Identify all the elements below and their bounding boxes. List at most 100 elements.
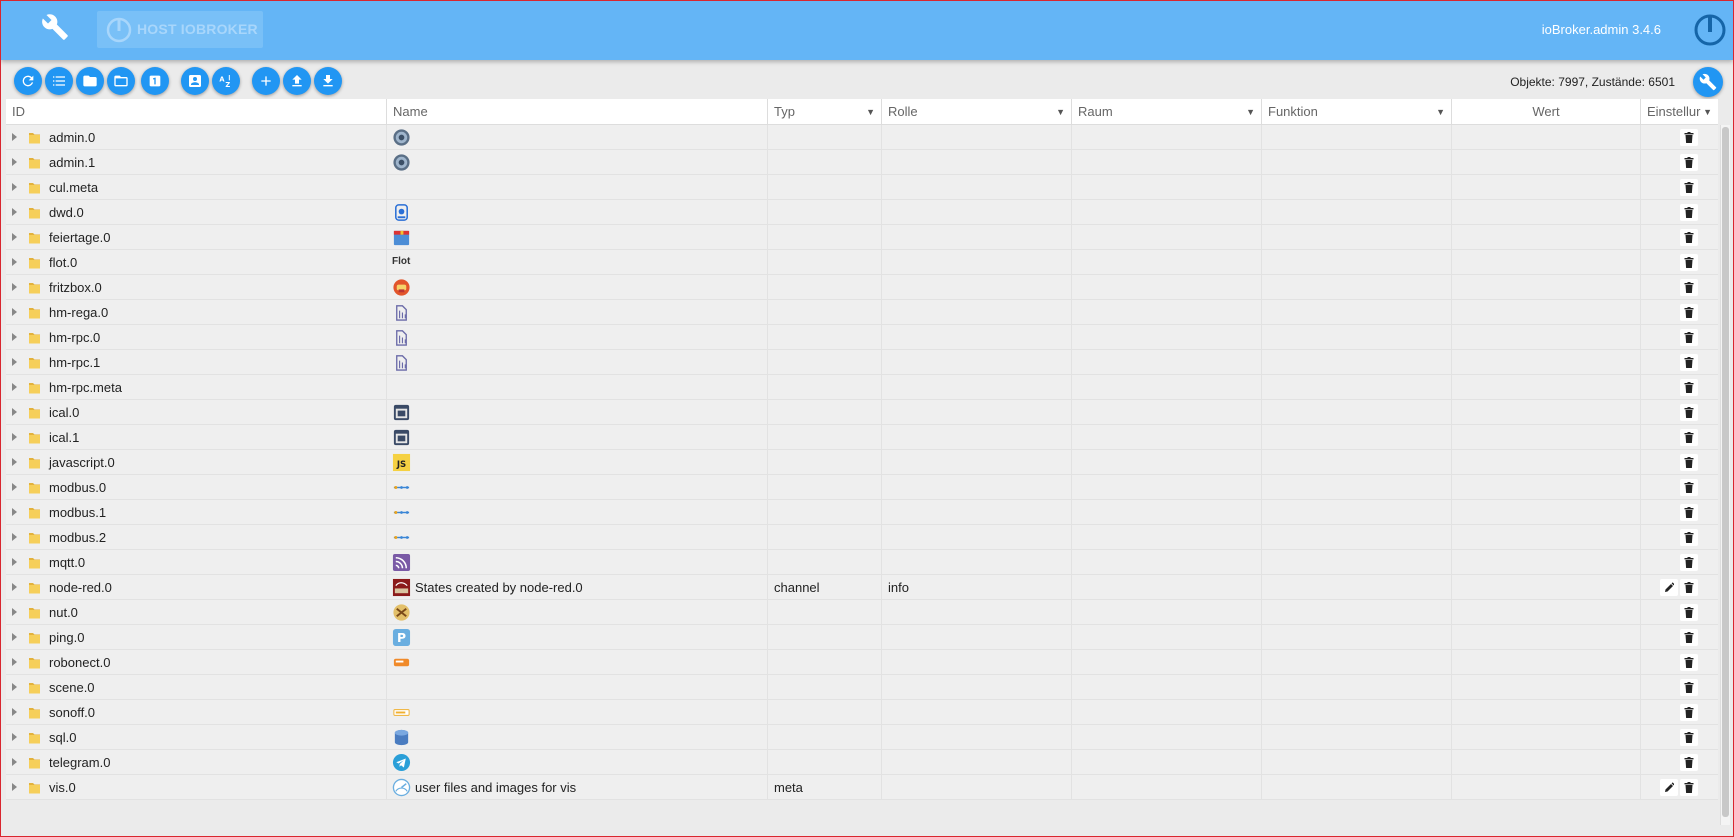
edit-button[interactable] — [1660, 579, 1678, 596]
delete-button[interactable] — [1680, 204, 1698, 221]
expand-arrow-icon[interactable] — [12, 783, 17, 791]
expand-arrow-icon[interactable] — [12, 358, 17, 366]
header-typ[interactable]: Typ ▼ — [768, 99, 882, 125]
delete-button[interactable] — [1680, 404, 1698, 421]
header-id[interactable]: ID — [6, 99, 387, 125]
delete-button[interactable] — [1680, 329, 1698, 346]
download-button[interactable] — [314, 67, 342, 95]
table-row[interactable]: hm-rpc.1 — [6, 350, 1718, 375]
delete-button[interactable] — [1680, 554, 1698, 571]
table-row[interactable]: vis.0 user files and images for vis meta — [6, 775, 1718, 800]
table-row[interactable]: sql.0 — [6, 725, 1718, 750]
expand-arrow-icon[interactable] — [12, 583, 17, 591]
delete-button[interactable] — [1680, 304, 1698, 321]
delete-button[interactable] — [1680, 179, 1698, 196]
delete-button[interactable] — [1680, 779, 1698, 796]
table-row[interactable]: nut.0 — [6, 600, 1718, 625]
expand-arrow-icon[interactable] — [12, 308, 17, 316]
expand-arrow-icon[interactable] — [12, 733, 17, 741]
delete-button[interactable] — [1680, 654, 1698, 671]
collapse-all-button[interactable] — [76, 67, 104, 95]
delete-button[interactable] — [1680, 754, 1698, 771]
expand-arrow-icon[interactable] — [12, 483, 17, 491]
table-row[interactable]: modbus.2 — [6, 525, 1718, 550]
table-row[interactable]: hm-rega.0 — [6, 300, 1718, 325]
table-row[interactable]: hm-rpc.meta — [6, 375, 1718, 400]
expand-arrow-icon[interactable] — [12, 333, 17, 341]
expand-arrow-icon[interactable] — [12, 383, 17, 391]
table-row[interactable]: ical.0 — [6, 400, 1718, 425]
expand-arrow-icon[interactable] — [12, 508, 17, 516]
delete-button[interactable] — [1680, 279, 1698, 296]
edit-button[interactable] — [1660, 779, 1678, 796]
expand-arrow-icon[interactable] — [12, 433, 17, 441]
delete-button[interactable] — [1680, 254, 1698, 271]
table-row[interactable]: modbus.0 — [6, 475, 1718, 500]
table-row[interactable]: admin.1 — [6, 150, 1718, 175]
table-row[interactable]: flot.0 Flot — [6, 250, 1718, 275]
expand-all-button[interactable] — [107, 67, 135, 95]
delete-button[interactable] — [1680, 379, 1698, 396]
sort-button[interactable]: AZ — [212, 67, 240, 95]
expand-arrow-icon[interactable] — [12, 258, 17, 266]
header-raum[interactable]: Raum ▼ — [1072, 99, 1262, 125]
filter-dropdown-icon[interactable]: ▼ — [1703, 99, 1712, 125]
delete-button[interactable] — [1680, 229, 1698, 246]
header-einstellungen[interactable]: Einstellur ▼ — [1641, 99, 1718, 125]
table-row[interactable]: telegram.0 — [6, 750, 1718, 775]
filter-dropdown-icon[interactable]: ▼ — [1436, 99, 1445, 125]
upload-button[interactable] — [283, 67, 311, 95]
toggle-names-button[interactable] — [181, 67, 209, 95]
table-row[interactable]: node-red.0 States created by node-red.0 ch… — [6, 575, 1718, 600]
expand-arrow-icon[interactable] — [12, 533, 17, 541]
expand-arrow-icon[interactable] — [12, 408, 17, 416]
expand-arrow-icon[interactable] — [12, 458, 17, 466]
header-rolle[interactable]: Rolle ▼ — [882, 99, 1072, 125]
expand-arrow-icon[interactable] — [12, 558, 17, 566]
delete-button[interactable] — [1680, 154, 1698, 171]
delete-button[interactable] — [1680, 704, 1698, 721]
table-row[interactable]: scene.0 — [6, 675, 1718, 700]
table-row[interactable]: modbus.1 — [6, 500, 1718, 525]
filter-dropdown-icon[interactable]: ▼ — [1246, 99, 1255, 125]
table-row[interactable]: ping.0 P — [6, 625, 1718, 650]
table-row[interactable]: feiertage.0 — [6, 225, 1718, 250]
table-row[interactable]: mqtt.0 — [6, 550, 1718, 575]
expand-arrow-icon[interactable] — [12, 133, 17, 141]
expand-arrow-icon[interactable] — [12, 208, 17, 216]
delete-button[interactable] — [1680, 629, 1698, 646]
scrollbar-thumb[interactable] — [1722, 127, 1729, 817]
table-row[interactable]: fritzbox.0 — [6, 275, 1718, 300]
expand-one-level-button[interactable] — [141, 67, 169, 95]
table-row[interactable]: javascript.0 JS — [6, 450, 1718, 475]
expand-arrow-icon[interactable] — [12, 183, 17, 191]
expand-arrow-icon[interactable] — [12, 683, 17, 691]
table-row[interactable]: sonoff.0 — [6, 700, 1718, 725]
delete-button[interactable] — [1680, 454, 1698, 471]
expand-arrow-icon[interactable] — [12, 708, 17, 716]
add-object-button[interactable] — [252, 67, 280, 95]
delete-button[interactable] — [1680, 129, 1698, 146]
table-row[interactable]: cul.meta — [6, 175, 1718, 200]
refresh-button[interactable] — [14, 67, 42, 95]
expand-arrow-icon[interactable] — [12, 608, 17, 616]
delete-button[interactable] — [1680, 604, 1698, 621]
list-view-button[interactable] — [45, 67, 73, 95]
filter-dropdown-icon[interactable]: ▼ — [866, 99, 875, 125]
delete-button[interactable] — [1680, 354, 1698, 371]
delete-button[interactable] — [1680, 479, 1698, 496]
expand-arrow-icon[interactable] — [12, 633, 17, 641]
expand-arrow-icon[interactable] — [12, 758, 17, 766]
table-row[interactable]: robonect.0 — [6, 650, 1718, 675]
header-funktion[interactable]: Funktion ▼ — [1262, 99, 1452, 125]
filter-dropdown-icon[interactable]: ▼ — [1056, 99, 1065, 125]
expand-arrow-icon[interactable] — [12, 158, 17, 166]
wrench-icon[interactable] — [41, 13, 69, 41]
header-name[interactable]: Name — [387, 99, 768, 125]
delete-button[interactable] — [1680, 429, 1698, 446]
settings-button[interactable] — [1693, 67, 1723, 97]
iobroker-logo-icon[interactable] — [1693, 13, 1727, 47]
expand-arrow-icon[interactable] — [12, 283, 17, 291]
delete-button[interactable] — [1680, 579, 1698, 596]
delete-button[interactable] — [1680, 529, 1698, 546]
